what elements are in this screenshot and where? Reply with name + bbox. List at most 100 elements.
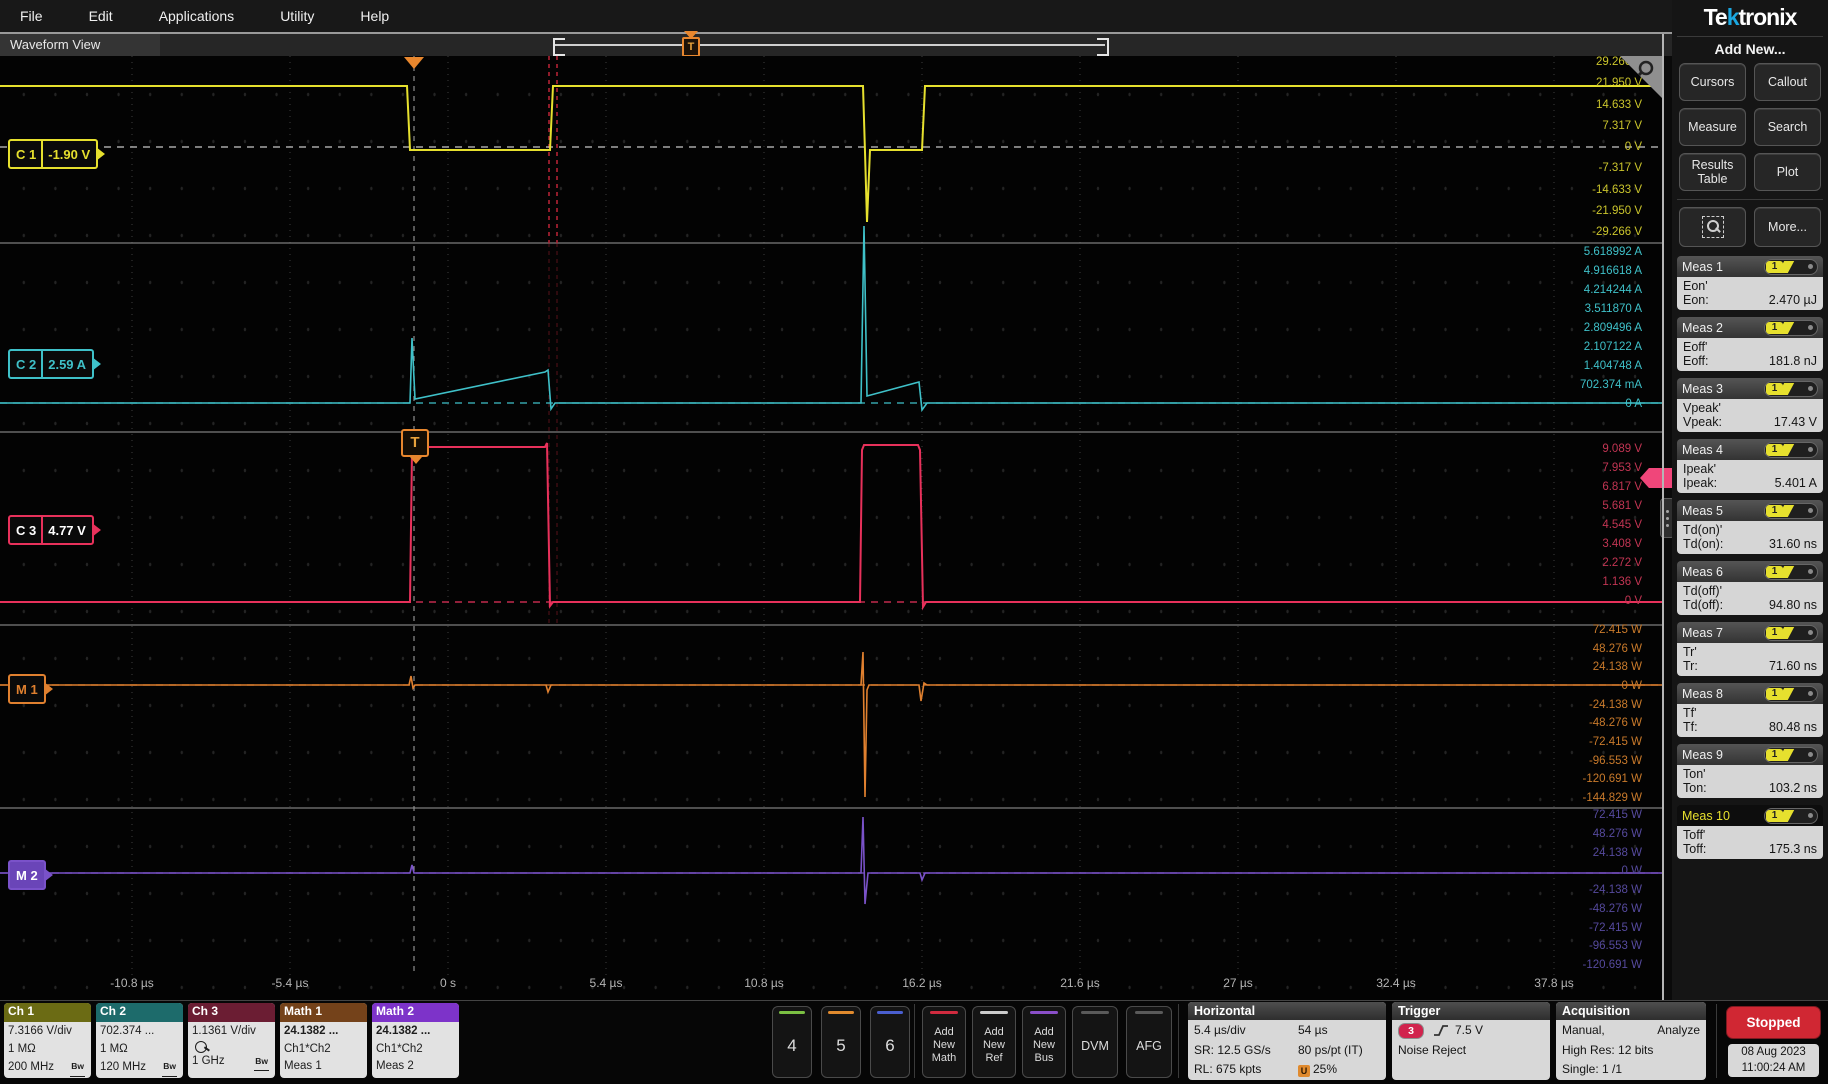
measurement-badge[interactable]: Meas 2 1 Eoff' Eoff:181.8 nJ [1677, 317, 1823, 371]
trigger-t-badge[interactable]: T [401, 429, 429, 457]
channel-card-header[interactable]: Math 1 [280, 1003, 367, 1022]
channel-card[interactable]: Ch 2 702.374 ... 1 MΩ 120 MHzBw [96, 1003, 183, 1078]
axis-label: 4.214244 A [1584, 283, 1642, 297]
add-source-button[interactable]: Add New Ref [972, 1006, 1016, 1078]
source-channel-pill[interactable]: 1 [1764, 381, 1818, 397]
source-channel-pill[interactable]: 1 [1764, 808, 1818, 824]
channel-badge-m1[interactable]: M 1 [8, 674, 46, 704]
measurement-header[interactable]: Meas 4 1 [1677, 439, 1823, 460]
axis-label: 1.404748 A [1584, 359, 1642, 373]
c1-badge-divider [41, 141, 43, 167]
side-button[interactable]: Results Table [1679, 153, 1746, 191]
bandwidth-icon: Bw [162, 1058, 177, 1077]
source-channel-pill[interactable]: 1 [1764, 320, 1818, 336]
menu-file[interactable]: File [20, 8, 43, 24]
measurement-body[interactable]: Ipeak' Ipeak:5.401 A [1677, 460, 1823, 493]
channel-card-body: 24.1382 ... Ch1*Ch2 Meas 2 [372, 1022, 459, 1077]
overview-bracket-right[interactable] [1097, 38, 1109, 56]
measurement-badge[interactable]: Meas 5 1 Td(on)' Td(on):31.60 ns [1677, 500, 1823, 554]
channel-card[interactable]: Math 2 24.1382 ... Ch1*Ch2 Meas 2 [372, 1003, 459, 1078]
measurement-body[interactable]: Td(on)' Td(on):31.60 ns [1677, 521, 1823, 554]
measurement-header[interactable]: Meas 8 1 [1677, 683, 1823, 704]
tab-waveform-view[interactable]: Waveform View [0, 34, 160, 56]
channel-card-header[interactable]: Ch 2 [96, 1003, 183, 1022]
measurement-header[interactable]: Meas 6 1 [1677, 561, 1823, 582]
menu-utility[interactable]: Utility [280, 8, 314, 24]
channel-card[interactable]: Ch 1 7.3166 V/div 1 MΩ 200 MHzBw [4, 1003, 91, 1078]
channel-card-header[interactable]: Math 2 [372, 1003, 459, 1022]
overview-track[interactable] [555, 44, 1105, 46]
zoom-select-icon [1702, 216, 1724, 238]
axis-label: 9.089 V [1602, 442, 1642, 456]
source-channel-pill[interactable]: 1 [1764, 747, 1818, 763]
measurement-badge[interactable]: Meas 3 1 Vpeak' Vpeak:17.43 V [1677, 378, 1823, 432]
measurement-body[interactable]: Eon' Eon:2.470 µJ [1677, 277, 1823, 310]
measurement-badge[interactable]: Meas 10 1 Toff' Toff:175.3 ns [1677, 805, 1823, 859]
source-channel-pill[interactable]: 1 [1764, 625, 1818, 641]
channel-card-header[interactable]: Ch 3 [188, 1003, 275, 1022]
channel-badge-m2[interactable]: M 2 [8, 860, 46, 890]
channel-badge-c1[interactable]: C 1 -1.90 V [8, 139, 98, 169]
more-button[interactable]: More... [1754, 207, 1821, 247]
side-button[interactable]: Plot [1754, 153, 1821, 191]
add-source-button[interactable]: Add New Bus [1022, 1006, 1066, 1078]
channel-card[interactable]: Math 1 24.1382 ... Ch1*Ch2 Meas 1 [280, 1003, 367, 1078]
overview-trigger-t-icon[interactable]: T [682, 37, 700, 57]
channel-number-button[interactable]: 4 [772, 1006, 812, 1078]
run-stop-status-button[interactable]: Stopped [1726, 1006, 1821, 1039]
measurement-badge[interactable]: Meas 7 1 Tr' Tr:71.60 ns [1677, 622, 1823, 676]
measurement-name: Meas 4 [1682, 443, 1723, 457]
misc-button[interactable]: AFG [1126, 1006, 1172, 1078]
measurement-header[interactable]: Meas 7 1 [1677, 622, 1823, 643]
measurement-body[interactable]: Tf' Tf:80.48 ns [1677, 704, 1823, 737]
side-button[interactable]: Search [1754, 108, 1821, 146]
measurement-body[interactable]: Ton' Ton:103.2 ns [1677, 765, 1823, 798]
measurement-body[interactable]: Tr' Tr:71.60 ns [1677, 643, 1823, 676]
overview-bracket-left[interactable] [553, 38, 565, 56]
menu-help[interactable]: Help [360, 8, 389, 24]
channel-number-button[interactable]: 5 [821, 1006, 861, 1078]
side-button[interactable]: Callout [1754, 63, 1821, 101]
measurement-badge[interactable]: Meas 9 1 Ton' Ton:103.2 ns [1677, 744, 1823, 798]
measurement-header[interactable]: Meas 9 1 [1677, 744, 1823, 765]
channel-number-button[interactable]: 6 [870, 1006, 910, 1078]
add-source-button[interactable]: Add New Math [922, 1006, 966, 1078]
measurement-body[interactable]: Vpeak' Vpeak:17.43 V [1677, 399, 1823, 432]
source-channel-pill[interactable]: 1 [1764, 686, 1818, 702]
source-channel-pill[interactable]: 1 [1764, 564, 1818, 580]
time-label: 27 µs [1198, 976, 1278, 996]
measurement-badge[interactable]: Meas 6 1 Td(off)' Td(off):94.80 ns [1677, 561, 1823, 615]
measurement-value: 5.401 A [1775, 476, 1817, 490]
channel-badge-c3[interactable]: C 3 4.77 V [8, 515, 94, 545]
source-channel-pill[interactable]: 1 [1764, 442, 1818, 458]
menu-applications[interactable]: Applications [159, 8, 235, 24]
trigger-position-icon[interactable] [404, 57, 424, 69]
c3-axis-labels: 9.089 V7.953 V6.817 V5.681 V4.545 V3.408… [1452, 442, 1652, 608]
source-channel-pill[interactable]: 1 [1764, 503, 1818, 519]
position-icon: U [1298, 1065, 1310, 1077]
measurement-badge[interactable]: Meas 4 1 Ipeak' Ipeak:5.401 A [1677, 439, 1823, 493]
measurement-header[interactable]: Meas 2 1 [1677, 317, 1823, 338]
measurement-body[interactable]: Eoff' Eoff:181.8 nJ [1677, 338, 1823, 371]
measurement-badge[interactable]: Meas 8 1 Tf' Tf:80.48 ns [1677, 683, 1823, 737]
measurement-header[interactable]: Meas 3 1 [1677, 378, 1823, 399]
trigger-panel[interactable]: Trigger 3 7.5 V Noise Reject [1392, 1002, 1550, 1080]
measurement-header[interactable]: Meas 5 1 [1677, 500, 1823, 521]
measurement-header[interactable]: Meas 1 1 [1677, 256, 1823, 277]
source-channel-pill[interactable]: 1 [1764, 259, 1818, 275]
zoom-select-button[interactable] [1679, 207, 1746, 247]
acquisition-panel[interactable]: Acquisition Manual,Analyze High Res: 12 … [1556, 1002, 1706, 1080]
channel-badge-c2[interactable]: C 2 2.59 A [8, 349, 94, 379]
horizontal-panel[interactable]: Horizontal 5.4 µs/div54 µs SR: 12.5 GS/s… [1188, 1002, 1386, 1080]
measurement-header[interactable]: Meas 10 1 [1677, 805, 1823, 826]
channel-card[interactable]: Ch 3 1.1361 V/div 1 GHzBw [188, 1003, 275, 1078]
misc-button[interactable]: DVM [1072, 1006, 1118, 1078]
measurement-badge[interactable]: Meas 1 1 Eon' Eon:2.470 µJ [1677, 256, 1823, 310]
measurement-body[interactable]: Td(off)' Td(off):94.80 ns [1677, 582, 1823, 615]
acquisition-title: Acquisition [1556, 1002, 1706, 1020]
menu-edit[interactable]: Edit [89, 8, 113, 24]
side-button[interactable]: Cursors [1679, 63, 1746, 101]
side-button[interactable]: Measure [1679, 108, 1746, 146]
channel-card-header[interactable]: Ch 1 [4, 1003, 91, 1022]
measurement-body[interactable]: Toff' Toff:175.3 ns [1677, 826, 1823, 859]
